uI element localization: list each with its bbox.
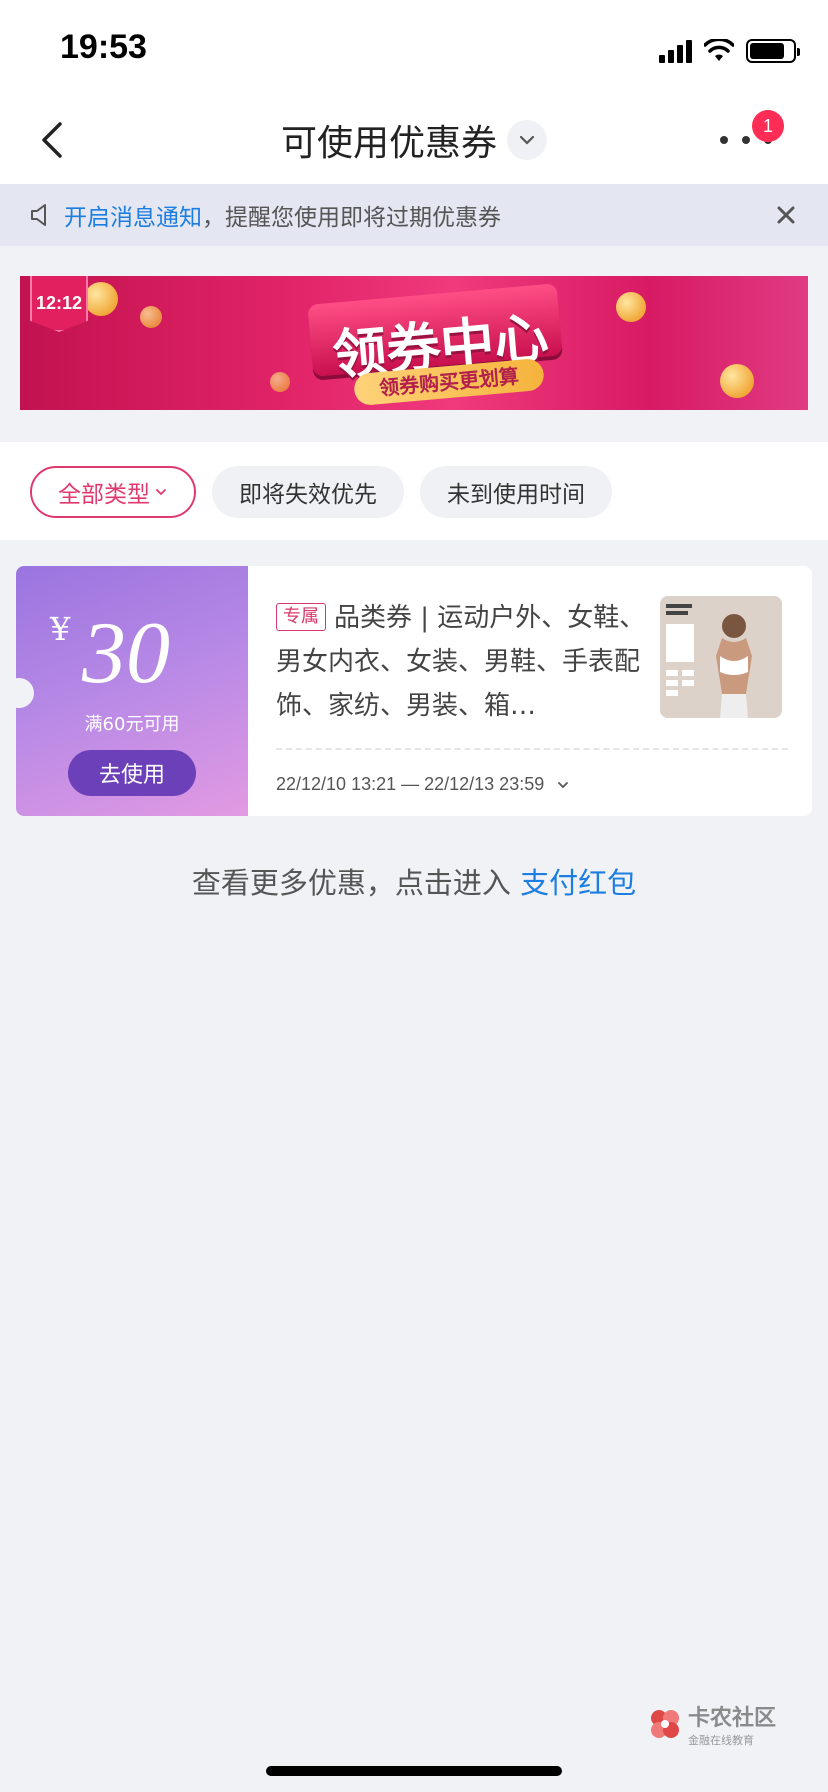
- chevron-down-icon: [558, 781, 569, 788]
- battery-icon: [746, 39, 800, 63]
- status-time: 19:53: [60, 28, 147, 66]
- battery-level: [750, 43, 784, 59]
- coupon-card[interactable]: ¥ 30 满60元可用 去使用 专属 品类券 | 运动户外、女鞋、男女内衣、女装、…: [16, 566, 812, 816]
- home-indicator[interactable]: [266, 1766, 562, 1776]
- filter-all-types[interactable]: 全部类型: [30, 466, 196, 518]
- wifi-icon: [704, 39, 734, 61]
- notice-text: ，提醒您使用即将过期优惠券: [202, 205, 501, 231]
- filter-not-yet-valid[interactable]: 未到使用时间: [420, 466, 612, 518]
- validity-period: 22/12/10 13:21 — 22/12/13 23:59: [276, 774, 545, 794]
- page-title: 可使用优惠券: [280, 123, 497, 164]
- coupon-amount: 30: [82, 605, 170, 702]
- kanong-logo-icon: [651, 1710, 679, 1738]
- more-dot: [742, 136, 750, 144]
- coupon-scope: 品类券 | 运动户外、女鞋、男女内衣、女装、男鞋、手表配饰、家纺、男装、箱…: [276, 603, 646, 721]
- enable-notification-link[interactable]: 开启消息通知: [64, 205, 202, 231]
- notice-message: 开启消息通知，提醒您使用即将过期优惠券: [64, 198, 501, 232]
- nav-title-group[interactable]: 可使用优惠券: [0, 114, 828, 166]
- coin-decoration: [616, 292, 646, 322]
- coupon-description: 专属 品类券 | 运动户外、女鞋、男女内衣、女装、男鞋、手表配饰、家纺、男装、箱…: [276, 596, 656, 728]
- speaker-icon: [31, 204, 46, 226]
- notice-bar: 开启消息通知，提醒您使用即将过期优惠券: [0, 184, 828, 246]
- red-packet-link[interactable]: 支付红包: [520, 866, 636, 900]
- banner-section: 12:12 领券中心 领券购买更划算: [0, 246, 828, 442]
- product-thumbnail: [660, 596, 782, 718]
- filter-expiring-first[interactable]: 即将失效优先: [212, 466, 404, 518]
- coin-decoration: [84, 282, 118, 316]
- more-dot: [720, 136, 728, 144]
- watermark-subtitle: 金融在线教育: [688, 1734, 754, 1747]
- close-icon[interactable]: [774, 203, 798, 227]
- coupon-value-panel: ¥ 30 满60元可用 去使用: [16, 566, 248, 816]
- watermark-title: 卡农社区: [688, 1706, 777, 1731]
- use-coupon-button[interactable]: 去使用: [68, 750, 196, 796]
- perforated-edge: [242, 566, 254, 816]
- more-offers-prefix: 查看更多优惠，点击进入: [191, 866, 521, 900]
- product-image: [660, 596, 782, 718]
- status-icons: [659, 36, 800, 66]
- coupon-condition: 满60元可用: [84, 714, 180, 735]
- more-offers-text: 查看更多优惠，点击进入 支付红包: [0, 860, 828, 902]
- filter-bar: 全部类型 即将失效优先 未到使用时间: [0, 442, 828, 540]
- watermark: 卡农社区 金融在线教育: [648, 1700, 776, 1748]
- coin-decoration: [140, 306, 162, 328]
- coin-decoration: [720, 364, 754, 398]
- coupon-center-banner[interactable]: 12:12 领券中心 领券购买更划算: [20, 276, 808, 410]
- chevron-down-icon: [519, 135, 535, 145]
- title-dropdown-button[interactable]: [507, 120, 547, 160]
- notification-badge: 1: [752, 110, 784, 142]
- nav-bar: 可使用优惠券 1: [0, 96, 828, 184]
- validity-row[interactable]: 22/12/10 13:21 — 22/12/13 23:59: [276, 774, 570, 795]
- coupon-divider: [276, 748, 788, 750]
- coin-decoration: [270, 372, 290, 392]
- cellular-signal-icon: [659, 39, 692, 63]
- status-bar: 19:53: [0, 0, 828, 96]
- exclusive-tag: 专属: [276, 603, 326, 631]
- currency-symbol: ¥: [50, 610, 71, 648]
- filter-label: 全部类型: [58, 482, 150, 508]
- chevron-down-icon: [156, 489, 166, 496]
- watermark-text: 卡农社区 金融在线教育: [688, 1700, 776, 1748]
- double-twelve-tag: 12:12: [30, 276, 88, 332]
